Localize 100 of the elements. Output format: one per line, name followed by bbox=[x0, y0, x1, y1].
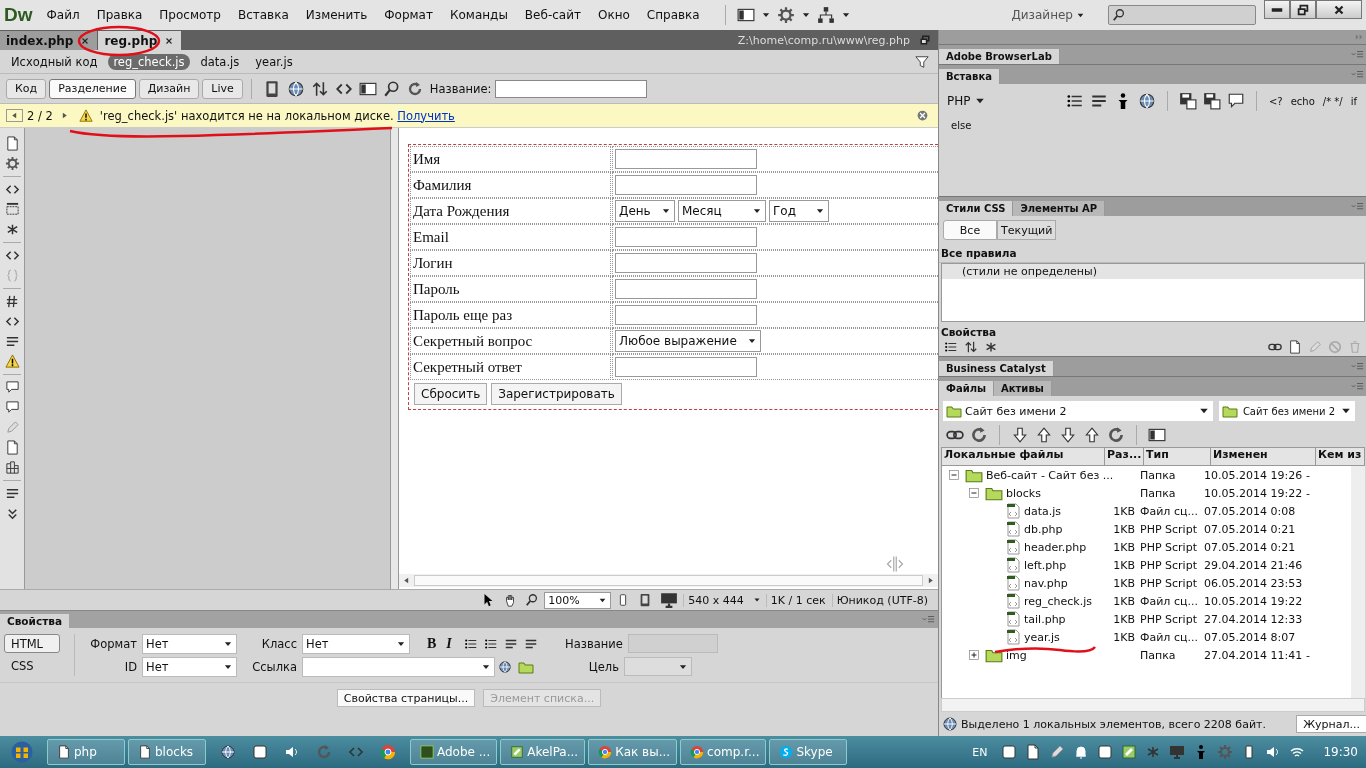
date-select[interactable]: День bbox=[615, 200, 675, 222]
column-header[interactable]: Тип bbox=[1144, 448, 1211, 465]
menu-item[interactable]: Веб-сайт bbox=[524, 8, 581, 22]
caret-icon[interactable] bbox=[752, 596, 761, 604]
file-name[interactable]: reg_check.js bbox=[1024, 594, 1093, 608]
question-select[interactable]: Любое выражение bbox=[615, 330, 761, 352]
workspace-switcher[interactable]: Дизайнер bbox=[1005, 7, 1094, 23]
code-insert-button[interactable]: if bbox=[1350, 95, 1357, 107]
panel-tab[interactable]: Стили CSS bbox=[939, 201, 1014, 216]
split-handle[interactable] bbox=[390, 128, 399, 589]
property-select[interactable]: Нет bbox=[142, 633, 237, 654]
sync-icon[interactable] bbox=[1107, 426, 1125, 444]
filter-button[interactable]: Все bbox=[943, 220, 997, 240]
put-icon[interactable] bbox=[1035, 426, 1053, 444]
text-field[interactable] bbox=[615, 357, 757, 377]
speech-bubble-icon[interactable] bbox=[4, 380, 20, 395]
sitemap-icon[interactable] bbox=[816, 6, 835, 24]
tray-app-icon[interactable] bbox=[1121, 744, 1138, 760]
code-insert-button[interactable]: else bbox=[951, 120, 972, 131]
panel-tab[interactable]: Вставка bbox=[939, 69, 1000, 84]
property-select[interactable]: Нет bbox=[142, 656, 237, 677]
mode-button[interactable]: CSS bbox=[4, 656, 60, 675]
form-button[interactable]: Сбросить bbox=[414, 382, 488, 405]
check-in-icon[interactable] bbox=[1083, 426, 1101, 444]
taskbar-button[interactable]: Adobe ... bbox=[410, 739, 498, 765]
date-select[interactable]: Месяц bbox=[678, 200, 766, 222]
taskbar-button[interactable]: comp.r... bbox=[680, 739, 767, 765]
panel-tab[interactable]: Business Catalyst bbox=[939, 361, 1054, 376]
dotted-box-icon[interactable] bbox=[4, 202, 20, 217]
speech-bubble-icon[interactable] bbox=[4, 400, 20, 415]
column-header[interactable]: Раз... bbox=[1105, 448, 1144, 465]
mode-button[interactable]: HTML bbox=[4, 634, 60, 653]
column-header[interactable]: Изменен bbox=[1211, 448, 1316, 465]
layout-icon[interactable] bbox=[736, 6, 755, 24]
preview-icon[interactable] bbox=[382, 79, 401, 98]
get-link[interactable]: Получить bbox=[397, 108, 455, 123]
minimize-button[interactable] bbox=[1264, 0, 1290, 19]
text-field[interactable] bbox=[615, 227, 757, 247]
previous-button[interactable] bbox=[6, 109, 23, 122]
taskbar-button[interactable]: Как вы... bbox=[588, 739, 678, 765]
restore-icon[interactable] bbox=[919, 34, 931, 46]
link-field[interactable] bbox=[302, 656, 495, 677]
filter-button[interactable]: Текущий bbox=[997, 220, 1057, 240]
clock[interactable]: 19:30 bbox=[1323, 745, 1358, 759]
server-select[interactable]: Сайт без имени 2 bbox=[1219, 401, 1355, 421]
file-name[interactable]: left.php bbox=[1024, 558, 1067, 572]
window-size[interactable]: 540 x 444 bbox=[683, 593, 748, 607]
file-name[interactable]: tail.php bbox=[1024, 612, 1066, 626]
related-file-link[interactable]: reg_check.js bbox=[108, 53, 190, 70]
browser-icon[interactable] bbox=[380, 744, 396, 760]
document-icon[interactable] bbox=[4, 440, 20, 455]
related-file-link[interactable]: data.js bbox=[195, 53, 245, 70]
scroll-left-icon[interactable] bbox=[402, 576, 411, 585]
zoom-select[interactable]: 100% bbox=[544, 591, 612, 609]
lines-icon[interactable] bbox=[4, 334, 20, 349]
file-name[interactable]: blocks bbox=[1006, 486, 1041, 500]
globe-icon[interactable] bbox=[286, 79, 305, 98]
horizontal-scrollbar[interactable] bbox=[941, 698, 1365, 712]
tray-app-icon[interactable] bbox=[1049, 744, 1066, 760]
code-insert-button[interactable]: /* */ bbox=[1322, 95, 1343, 107]
property-select[interactable]: Нет bbox=[302, 633, 410, 654]
menu-item[interactable]: Просмотр bbox=[159, 8, 221, 22]
panel-tab[interactable]: Файлы bbox=[939, 381, 995, 396]
document-tab[interactable]: index.php bbox=[0, 31, 98, 50]
file-name[interactable]: db.php bbox=[1024, 522, 1063, 536]
disk-icon[interactable] bbox=[1202, 92, 1221, 110]
file-name[interactable]: nav.php bbox=[1024, 576, 1068, 590]
check-out-icon[interactable] bbox=[1059, 426, 1077, 444]
warning-icon[interactable] bbox=[4, 354, 20, 369]
date-select[interactable]: Год bbox=[769, 200, 829, 222]
sort-icon[interactable] bbox=[964, 340, 978, 354]
menu-item[interactable]: Формат bbox=[384, 8, 433, 22]
monitor-icon[interactable] bbox=[660, 591, 679, 609]
menu-item[interactable]: Изменить bbox=[305, 8, 368, 22]
column-header[interactable]: Кем из bbox=[1316, 448, 1366, 465]
taskbar-button[interactable]: AkelPa... bbox=[500, 739, 586, 765]
menu-item[interactable]: Вставка bbox=[237, 8, 289, 22]
related-file-link[interactable]: year.js bbox=[250, 53, 298, 70]
name-field[interactable] bbox=[627, 634, 718, 653]
text-field[interactable] bbox=[615, 149, 757, 169]
zoom-icon[interactable] bbox=[525, 593, 540, 607]
related-file-link[interactable]: Исходный код bbox=[6, 53, 103, 70]
file-name[interactable]: year.js bbox=[1024, 630, 1060, 644]
text-field[interactable] bbox=[615, 253, 757, 273]
panel-tab[interactable]: Активы bbox=[994, 381, 1052, 396]
refresh-icon[interactable] bbox=[406, 80, 423, 97]
code-insert-button[interactable]: echo bbox=[1290, 95, 1315, 107]
log-button[interactable]: Журнал... bbox=[1296, 715, 1366, 733]
panel-tab[interactable]: Adobe BrowserLab bbox=[939, 49, 1060, 64]
menu-item[interactable]: Окно bbox=[597, 8, 630, 22]
view-button[interactable]: Код bbox=[6, 78, 47, 99]
view-button[interactable]: Дизайн bbox=[138, 78, 200, 99]
hash-icon[interactable] bbox=[4, 294, 20, 309]
get-icon[interactable] bbox=[1011, 426, 1029, 444]
category-select[interactable]: PHP bbox=[947, 94, 989, 108]
taskbar-button[interactable]: Skype bbox=[769, 739, 848, 765]
search-field[interactable] bbox=[1108, 5, 1256, 25]
column-header[interactable]: Локальные файлы bbox=[942, 448, 1105, 465]
view-button[interactable]: Live bbox=[202, 78, 243, 99]
view-button[interactable]: Разделение bbox=[49, 78, 136, 99]
